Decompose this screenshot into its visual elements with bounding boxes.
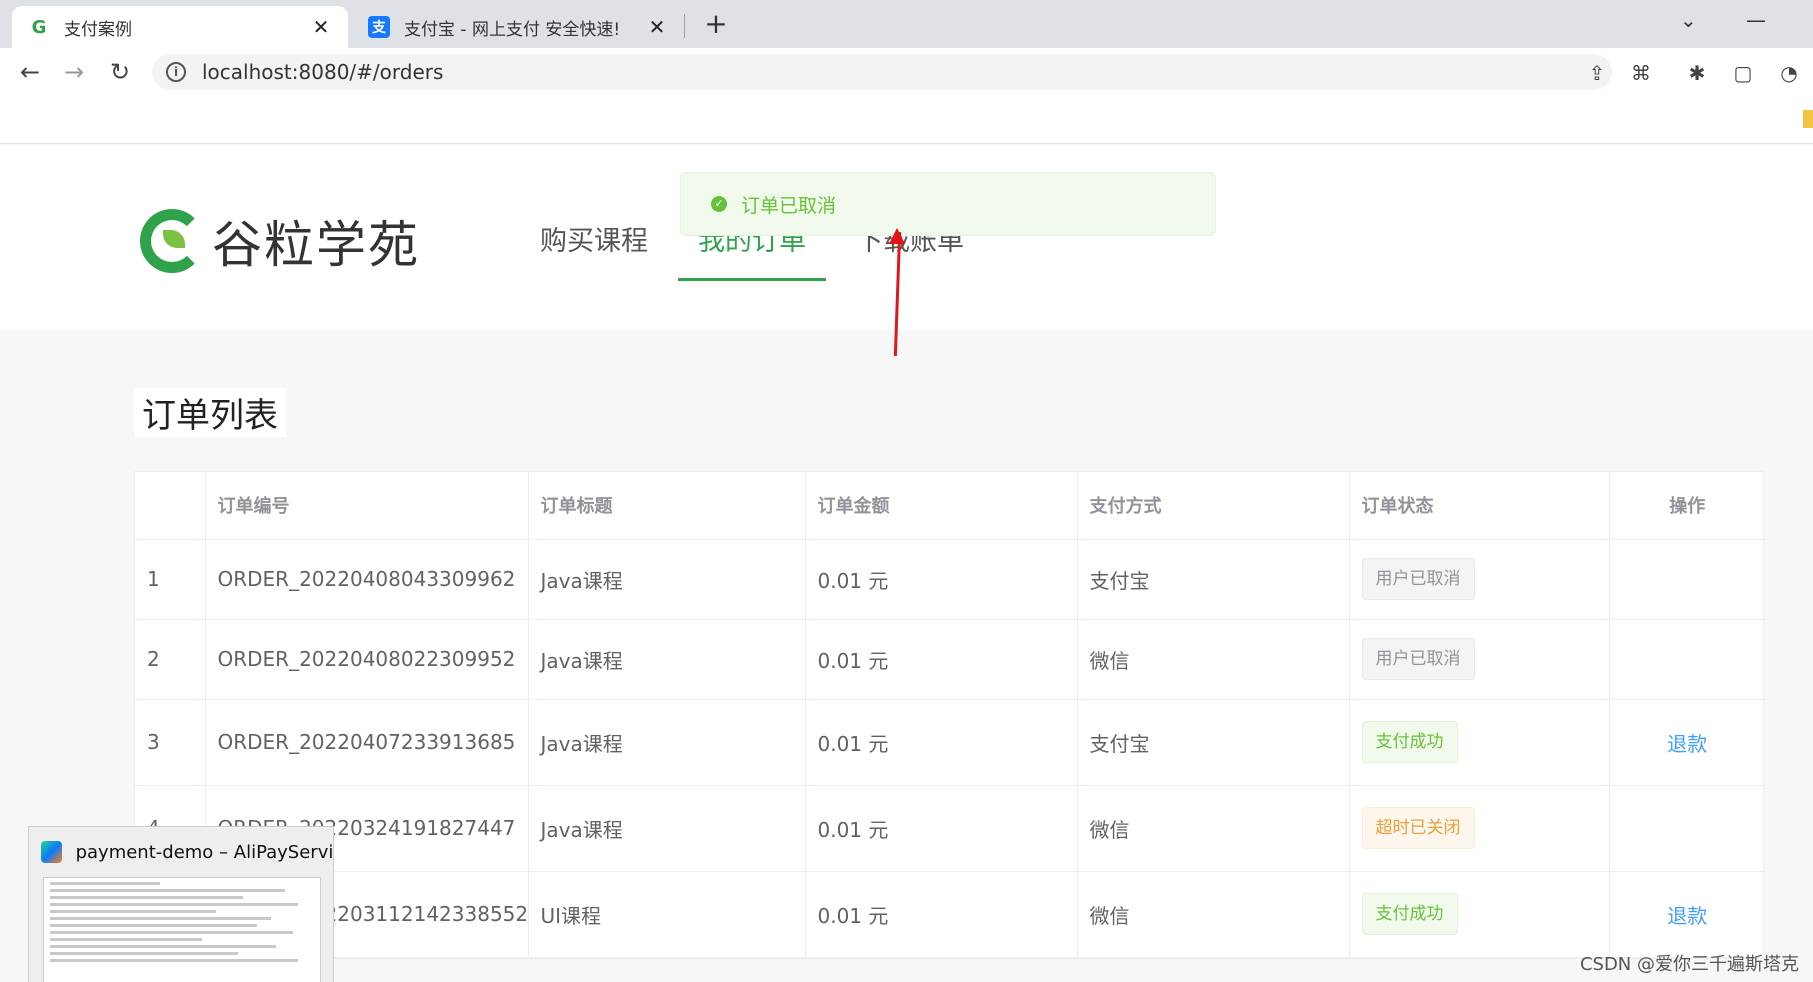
guli-logo-icon xyxy=(140,209,204,273)
cell-order-no: ORDER_20220408043309962 xyxy=(205,539,529,620)
logo-text: 谷粒学苑 xyxy=(212,216,420,274)
nav-item-buy-course[interactable]: 购买课程 xyxy=(520,223,668,281)
tab-separator xyxy=(684,14,685,38)
column-header-amount: 订单金额 xyxy=(805,472,1078,540)
close-icon[interactable]: ✕ xyxy=(310,15,332,39)
cell-action xyxy=(1609,619,1765,700)
cell-pay-type: 微信 xyxy=(1077,619,1350,700)
cell-action: 退款 xyxy=(1609,699,1765,786)
table-row: 5 ORDER_20220311214233855296 UI课程 0.01 元… xyxy=(135,871,1765,958)
cell-pay-type: 微信 xyxy=(1077,785,1350,872)
cell-amount: 0.01 元 xyxy=(805,785,1078,872)
intellij-idea-icon xyxy=(41,841,62,863)
cell-amount: 0.01 元 xyxy=(805,699,1078,786)
extensions-icon[interactable]: ✱ xyxy=(1684,60,1710,86)
chevron-down-icon[interactable]: ⌄ xyxy=(1680,8,1697,32)
alipay-icon: 支 xyxy=(368,16,390,38)
table-header-row: 订单编号 订单标题 订单金额 支付方式 订单状态 操作 xyxy=(135,472,1765,540)
new-tab-button[interactable]: + xyxy=(700,8,732,40)
translate-icon[interactable]: ⌘ xyxy=(1628,60,1654,86)
cell-status: 支付成功 xyxy=(1349,699,1610,786)
column-header-status: 订单状态 xyxy=(1349,472,1610,540)
cell-status: 用户已取消 xyxy=(1349,619,1610,700)
refund-button[interactable]: 退款 xyxy=(1667,904,1707,928)
cell-title: Java课程 xyxy=(528,619,806,700)
tab-title: 支付案例 xyxy=(64,19,132,40)
cell-order-no: ORDER_20220408022309952 xyxy=(205,619,529,700)
info-icon[interactable]: i xyxy=(166,62,186,82)
tab-title: 支付宝 - 网上支付 安全快速! xyxy=(404,19,621,40)
preview-header: payment-demo – AliPayServi... xyxy=(29,827,333,877)
check-circle-icon: ✓ xyxy=(711,196,727,212)
success-toast: ✓ 订单已取消 xyxy=(680,172,1216,236)
status-badge: 用户已取消 xyxy=(1361,558,1475,600)
column-header-pay-type: 支付方式 xyxy=(1077,472,1350,540)
cell-index: 3 xyxy=(135,699,206,786)
status-badge: 支付成功 xyxy=(1361,721,1458,763)
url-text[interactable]: localhost:8080/#/orders xyxy=(202,60,443,84)
table-row: 1 ORDER_20220408043309962 Java课程 0.01 元 … xyxy=(135,539,1765,620)
reload-button[interactable]: ↻ xyxy=(104,56,136,88)
column-header-index xyxy=(135,472,206,540)
sidepanel-icon[interactable]: ▢ xyxy=(1730,60,1756,86)
forward-button[interactable]: → xyxy=(58,56,90,88)
preview-thumbnail xyxy=(43,877,321,982)
folder-icon[interactable] xyxy=(1803,110,1813,128)
browser-toolbar: ← → ↻ i localhost:8080/#/orders ⇪ ⌘ ✱ ▢ … xyxy=(0,48,1813,96)
column-header-title: 订单标题 xyxy=(528,472,806,540)
guli-logo-icon: G xyxy=(31,16,47,38)
status-badge: 超时已关闭 xyxy=(1361,807,1475,849)
cell-pay-type: 支付宝 xyxy=(1077,539,1350,620)
refund-button[interactable]: 退款 xyxy=(1667,732,1707,756)
back-button[interactable]: ← xyxy=(14,56,46,88)
tab-alipay[interactable]: 支 支付宝 - 网上支付 安全快速! ✕ xyxy=(352,6,684,48)
cell-title: Java课程 xyxy=(528,785,806,872)
cell-amount: 0.01 元 xyxy=(805,619,1078,700)
cell-title: UI课程 xyxy=(528,871,806,958)
cell-index: 2 xyxy=(135,619,206,700)
address-bar[interactable]: i localhost:8080/#/orders xyxy=(152,54,1612,90)
cell-title: Java课程 xyxy=(528,699,806,786)
taskbar-window-preview[interactable]: payment-demo – AliPayServi... xyxy=(28,826,334,982)
column-header-action: 操作 xyxy=(1609,472,1765,540)
cell-order-no: ORDER_20220407233913685 xyxy=(205,699,529,786)
cell-pay-type: 微信 xyxy=(1077,871,1350,958)
cell-action xyxy=(1609,785,1765,872)
cell-amount: 0.01 元 xyxy=(805,871,1078,958)
page-title: 订单列表 xyxy=(134,388,286,437)
close-icon[interactable]: ✕ xyxy=(646,15,668,39)
bookmark-bar xyxy=(0,96,1813,144)
watermark: CSDN @爱你三千遍斯塔克 xyxy=(1579,954,1799,975)
tab-payment-demo[interactable]: G 支付案例 ✕ xyxy=(12,6,348,48)
table-row: 2 ORDER_20220408022309952 Java课程 0.01 元 … xyxy=(135,619,1765,700)
cell-action xyxy=(1609,539,1765,620)
minimize-icon[interactable]: — xyxy=(1746,8,1766,32)
toast-message: 订单已取消 xyxy=(741,194,837,217)
cell-status: 超时已关闭 xyxy=(1349,785,1610,872)
site-logo[interactable]: 谷粒学苑 xyxy=(140,205,420,277)
table-row: 4 ORDER_20220324191827447 Java课程 0.01 元 … xyxy=(135,785,1765,872)
cell-amount: 0.01 元 xyxy=(805,539,1078,620)
cell-title: Java课程 xyxy=(528,539,806,620)
orders-table: 订单编号 订单标题 订单金额 支付方式 订单状态 操作 1 ORDER_2022… xyxy=(134,471,1765,959)
cell-status: 用户已取消 xyxy=(1349,539,1610,620)
cell-status: 支付成功 xyxy=(1349,871,1610,958)
preview-title: payment-demo – AliPayServi... xyxy=(75,841,333,863)
table-row: 3 ORDER_20220407233913685 Java课程 0.01 元 … xyxy=(135,699,1765,786)
status-badge: 用户已取消 xyxy=(1361,638,1475,680)
browser-tab-bar: G 支付案例 ✕ 支 支付宝 - 网上支付 安全快速! ✕ + ⌄ — xyxy=(0,0,1813,48)
status-badge: 支付成功 xyxy=(1361,893,1458,935)
profile-icon[interactable]: ◔ xyxy=(1776,60,1802,86)
cell-action: 退款 xyxy=(1609,871,1765,958)
column-header-order-no: 订单编号 xyxy=(205,472,529,540)
share-icon[interactable]: ⇪ xyxy=(1584,60,1610,86)
cell-pay-type: 支付宝 xyxy=(1077,699,1350,786)
cell-index: 1 xyxy=(135,539,206,620)
